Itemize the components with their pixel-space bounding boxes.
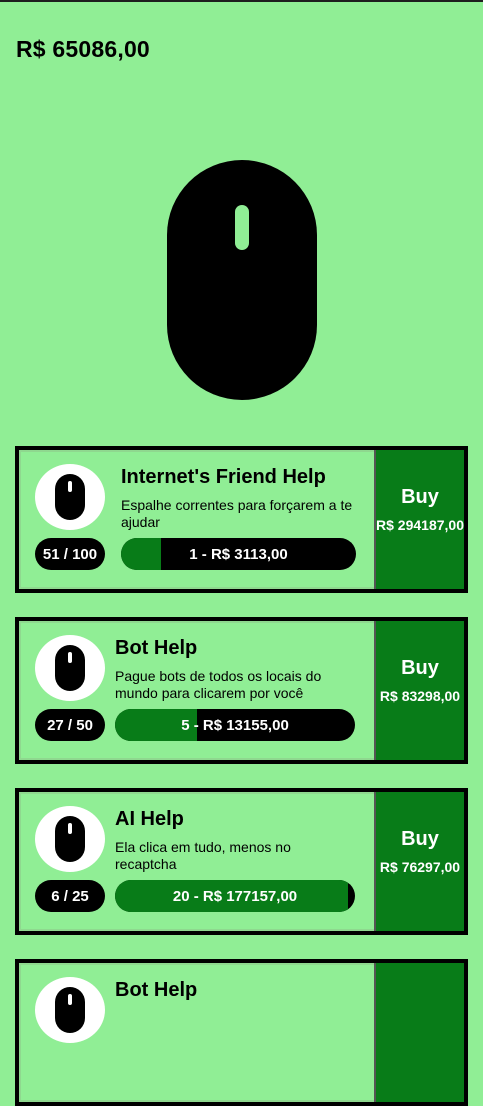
mouse-icon — [35, 464, 105, 530]
buy-price: R$ 83298,00 — [379, 688, 461, 704]
upgrade-progress: 20 - R$ 177157,00 — [115, 880, 355, 912]
upgrade-count: 51 / 100 — [35, 538, 105, 570]
buy-price: R$ 294187,00 — [376, 517, 464, 533]
upgrade-description: Espalhe correntes para forçarem a te aju… — [121, 497, 353, 530]
upgrade-title: Bot Help — [115, 979, 198, 1001]
buy-button[interactable]: Buy R$ 76297,00 — [374, 792, 464, 931]
mouse-icon — [35, 635, 105, 701]
upgrade-description: Ela clica em tudo, menos no recaptcha — [115, 839, 291, 872]
upgrade-count: 27 / 50 — [35, 709, 105, 741]
buy-label: Buy — [401, 657, 439, 679]
buy-label: Buy — [401, 486, 439, 508]
upgrade-count: 6 / 25 — [35, 880, 105, 912]
upgrade-progress: 1 - R$ 3113,00 — [121, 538, 356, 570]
upgrade-description: Pague bots de todos os locais do mundo p… — [115, 668, 322, 701]
buy-button[interactable] — [374, 963, 464, 1102]
upgrade-card-ai-help: 6 / 25 AI Help Ela clica em tudo, menos … — [15, 788, 468, 935]
mouse-icon — [35, 977, 105, 1043]
progress-label: 20 - R$ 177157,00 — [172, 887, 298, 905]
upgrade-card-bot-help: 27 / 50 Bot Help Pague bots de todos os … — [15, 617, 468, 764]
progress-label: 5 - R$ 13155,00 — [181, 716, 289, 734]
upgrade-title: Bot Help — [115, 637, 198, 659]
mouse-icon — [35, 806, 105, 872]
upgrade-progress: 5 - R$ 13155,00 — [115, 709, 355, 741]
upgrade-title: Internet's Friend Help — [121, 466, 326, 488]
mouse-wheel — [235, 205, 249, 250]
upgrade-title: AI Help — [115, 808, 184, 830]
buy-button[interactable]: Buy R$ 83298,00 — [374, 621, 464, 760]
click-mouse-button[interactable] — [167, 160, 317, 400]
buy-label: Buy — [401, 828, 439, 850]
upgrade-card-internet-friend: 51 / 100 Internet's Friend Help Espalhe … — [15, 446, 468, 593]
upgrade-card-bot-help-2: Bot Help — [15, 959, 468, 1106]
buy-button[interactable]: Buy R$ 294187,00 — [374, 450, 464, 589]
balance-display: R$ 65086,00 — [16, 36, 150, 62]
progress-label: 1 - R$ 3113,00 — [189, 545, 288, 563]
buy-price: R$ 76297,00 — [379, 859, 461, 875]
